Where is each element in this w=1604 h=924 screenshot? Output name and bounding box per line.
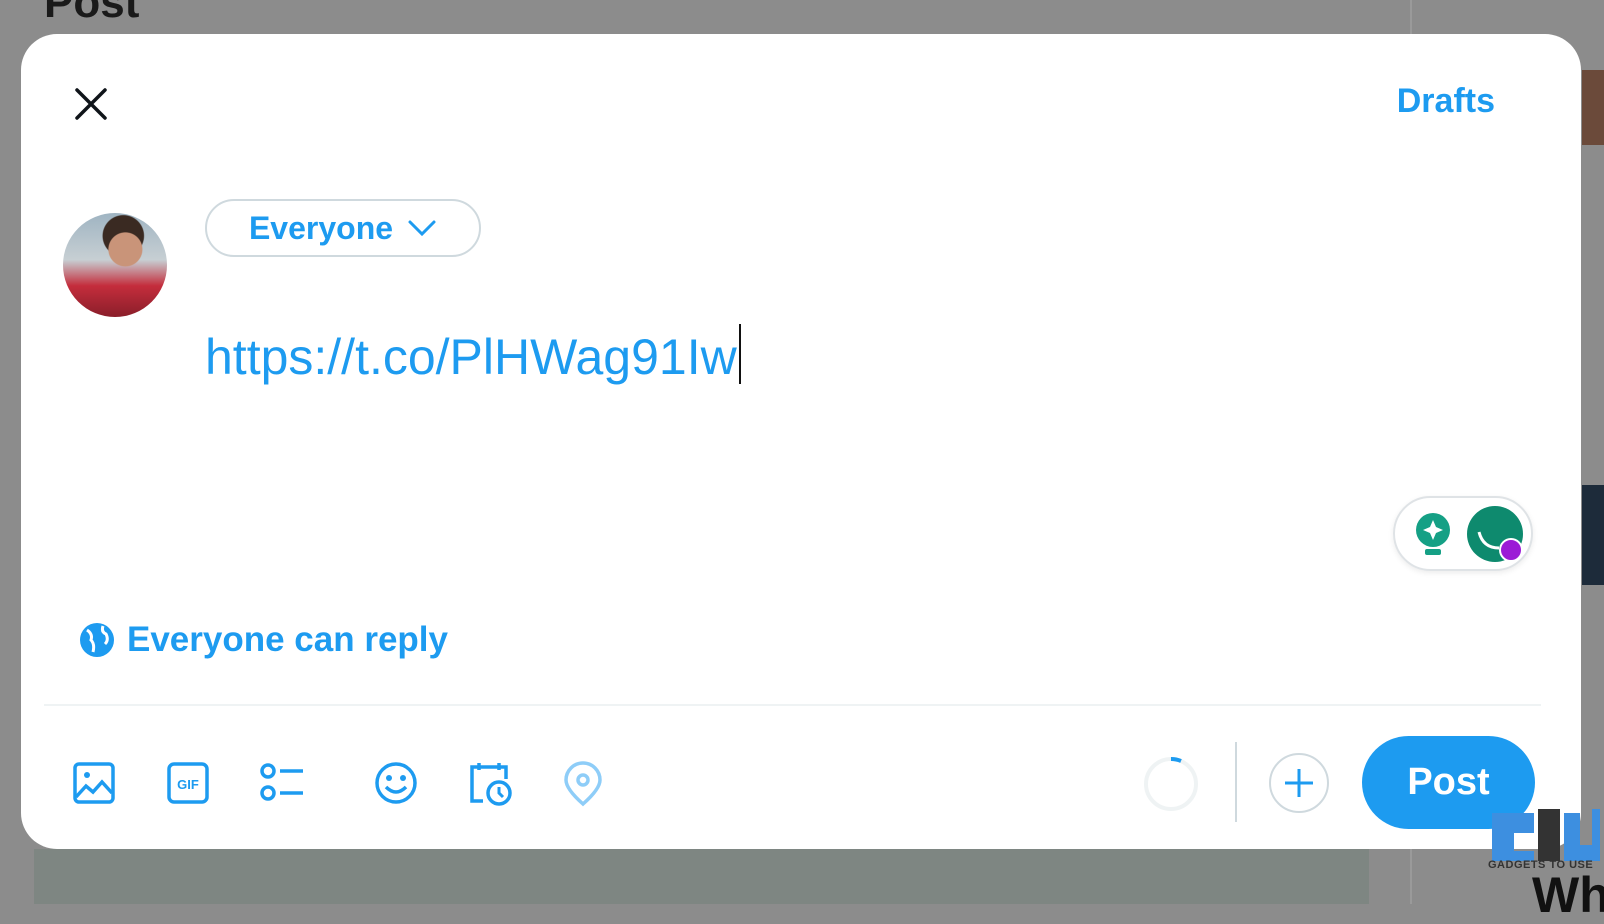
add-post-button[interactable] xyxy=(1268,752,1330,814)
toolbar-separator xyxy=(1235,742,1237,822)
character-count-progress xyxy=(1144,756,1198,811)
background-text: Wh xyxy=(1532,867,1604,923)
grammarly-icon xyxy=(1467,506,1523,562)
avatar[interactable] xyxy=(63,213,167,317)
gif-icon: GIF xyxy=(167,762,209,804)
poll-icon xyxy=(260,763,303,801)
background-thumbnail xyxy=(1582,70,1604,145)
location-button[interactable] xyxy=(561,761,605,807)
chevron-down-icon xyxy=(408,220,436,237)
reply-setting-button[interactable]: Everyone can reply xyxy=(79,620,448,660)
close-icon xyxy=(75,88,107,120)
divider xyxy=(44,704,1541,706)
reply-setting-label: Everyone can reply xyxy=(127,620,448,659)
schedule-button[interactable] xyxy=(467,761,512,806)
schedule-icon xyxy=(470,763,512,806)
drafts-button[interactable]: Drafts xyxy=(1397,82,1495,121)
location-icon xyxy=(564,761,602,807)
audience-selector[interactable]: Everyone xyxy=(205,199,481,257)
image-icon xyxy=(73,762,115,804)
plus-icon xyxy=(1269,753,1329,813)
watermark-text: GADGETS TO USE xyxy=(1488,859,1594,871)
post-text-input[interactable]: https://t.co/PlHWag91Iw xyxy=(205,324,741,386)
lightbulb-icon xyxy=(1416,513,1450,555)
emoji-icon xyxy=(375,762,417,804)
compose-post-dialog: Drafts Everyone https://t.co/PlHWag91Iw … xyxy=(21,34,1581,849)
add-emoji-button[interactable] xyxy=(374,761,418,805)
add-gif-button[interactable]: GIF xyxy=(166,761,210,805)
background-page-title: Post xyxy=(44,0,140,27)
background-media xyxy=(34,849,1369,904)
gif-text: GIF xyxy=(177,777,199,792)
text-cursor xyxy=(738,324,741,384)
globe-icon xyxy=(80,623,114,657)
add-poll-button[interactable] xyxy=(259,761,303,805)
add-media-button[interactable] xyxy=(72,761,116,805)
background-thumbnail xyxy=(1582,485,1604,585)
audience-label: Everyone xyxy=(248,209,394,246)
post-text: https://t.co/PlHWag91Iw xyxy=(205,329,737,385)
close-button[interactable] xyxy=(71,84,111,124)
grammarly-widget[interactable] xyxy=(1393,496,1533,571)
